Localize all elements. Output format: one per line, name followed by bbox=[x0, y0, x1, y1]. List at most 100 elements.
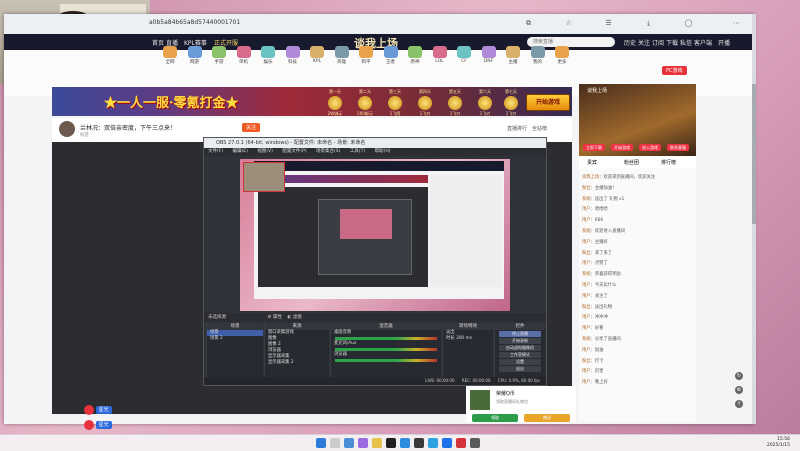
search-icon[interactable] bbox=[330, 438, 340, 448]
chat-user[interactable]: 用户 bbox=[582, 294, 591, 299]
obs-preview[interactable] bbox=[240, 159, 510, 311]
windows-start-icon[interactable] bbox=[316, 438, 326, 448]
obs-menu-file[interactable]: 文件(F) bbox=[208, 149, 223, 154]
category-13[interactable]: DNF bbox=[477, 46, 501, 64]
nav-subscribe[interactable]: 订阅 bbox=[652, 38, 664, 47]
promo-start-button[interactable]: 开始游戏 bbox=[611, 144, 633, 151]
start-game-button[interactable]: 开始游戏 bbox=[526, 94, 570, 111]
promo-service-button[interactable]: 联系客服 bbox=[667, 144, 689, 151]
chat-user[interactable]: 用户 bbox=[582, 207, 591, 212]
claim-button[interactable]: 领取 bbox=[472, 414, 518, 422]
menu-icon[interactable]: ⋯ bbox=[732, 19, 741, 28]
properties-button[interactable]: 属性 bbox=[273, 315, 282, 320]
app3-icon[interactable] bbox=[456, 438, 466, 448]
promo-banner[interactable]: ★一人一服·零氪打金★ 第一天 2W绑元 第二天 500绑元 第三天 1飞鸽 第四天 1… bbox=[52, 87, 572, 116]
category-7[interactable]: 英雄 bbox=[330, 46, 354, 65]
chat-user[interactable]: 粉丝 bbox=[582, 251, 591, 256]
settings-button[interactable]: 设置 bbox=[499, 359, 541, 365]
gear-icon[interactable]: ⚙ bbox=[267, 315, 271, 320]
obs-menu-view[interactable]: 视图(V) bbox=[257, 149, 273, 154]
audio-meter[interactable] bbox=[335, 337, 437, 340]
category-3[interactable]: 单机 bbox=[232, 46, 256, 65]
tab-fans[interactable]: 粉丝团 bbox=[624, 159, 639, 166]
tab-vip[interactable]: 贵宾 bbox=[587, 159, 597, 166]
obs-menu-edit[interactable]: 编辑(E) bbox=[233, 149, 248, 154]
chat-user[interactable]: 系统 bbox=[582, 272, 591, 277]
start-recording-button[interactable]: 开始录制 bbox=[499, 338, 541, 344]
chat-user[interactable]: 用户 bbox=[582, 380, 591, 385]
audio-meter[interactable] bbox=[335, 348, 437, 351]
chat-user[interactable]: 用户 bbox=[582, 261, 591, 266]
top-icon[interactable]: ↑ bbox=[735, 400, 743, 408]
chat-user[interactable]: 用户 bbox=[582, 348, 591, 353]
source-item[interactable]: 显示器采集 2 bbox=[265, 360, 329, 366]
app4-icon[interactable] bbox=[470, 438, 480, 448]
category-15[interactable]: 我的 bbox=[526, 46, 550, 65]
category-2[interactable]: 手游 bbox=[207, 46, 231, 65]
steam-icon[interactable] bbox=[414, 438, 424, 448]
category-11[interactable]: LOL bbox=[428, 46, 452, 64]
nav-follow[interactable]: 关注 bbox=[638, 38, 650, 47]
pc-game-tag[interactable]: PC游戏 bbox=[662, 66, 687, 75]
chat-user[interactable]: 粉丝 bbox=[582, 359, 591, 364]
page-scrollbar[interactable] bbox=[752, 14, 756, 424]
category-16[interactable]: 更多 bbox=[550, 46, 574, 65]
chat-user[interactable]: 用户 bbox=[582, 326, 591, 331]
extensions-icon[interactable]: ⧉ bbox=[524, 19, 533, 28]
scroll-thumb[interactable] bbox=[752, 84, 756, 224]
chat-user[interactable]: 用户 bbox=[582, 369, 591, 374]
profile-icon[interactable]: ◯ bbox=[684, 19, 693, 28]
transition-duration[interactable]: 时长 300 ms bbox=[443, 336, 493, 342]
download-icon[interactable]: ⤓ bbox=[644, 19, 653, 28]
category-14[interactable]: 主播 bbox=[501, 46, 525, 65]
category-12[interactable]: CF bbox=[452, 46, 476, 64]
chat-user[interactable]: 粉丝 bbox=[582, 186, 591, 191]
scene-item[interactable]: 场景 2 bbox=[207, 336, 263, 342]
gift-rank-link[interactable]: 全站榜 bbox=[532, 125, 547, 132]
app2-icon[interactable] bbox=[428, 438, 438, 448]
obs-menu-help[interactable]: 帮助(H) bbox=[375, 149, 391, 154]
task-view-icon[interactable] bbox=[344, 438, 354, 448]
nav-broadcast[interactable]: 开播 bbox=[718, 38, 730, 47]
chat-user[interactable]: 用户 bbox=[582, 218, 591, 223]
nav-history[interactable]: 历史 bbox=[624, 38, 636, 47]
app-icon[interactable] bbox=[358, 438, 368, 448]
stop-stream-button[interactable]: 停止直播 bbox=[499, 331, 541, 337]
obs-menu-tools[interactable]: 工具(T) bbox=[350, 149, 365, 154]
filters-button[interactable]: 滤镜 bbox=[293, 315, 302, 320]
obs-icon[interactable] bbox=[386, 438, 396, 448]
nav-message[interactable]: 私信 bbox=[680, 38, 692, 47]
chat-user[interactable]: 粉丝 bbox=[582, 305, 591, 310]
virtual-camera-button[interactable]: 启动虚拟摄像机 bbox=[499, 345, 541, 351]
category-8[interactable]: 和平 bbox=[354, 46, 378, 65]
promo-download-button[interactable]: 立即下载 bbox=[583, 144, 605, 151]
audio-meter[interactable] bbox=[335, 359, 437, 362]
nav-client[interactable]: 客户端 bbox=[694, 38, 712, 47]
refresh-icon[interactable]: ↻ bbox=[735, 372, 743, 380]
chat-user[interactable]: 谈我上场 bbox=[582, 175, 599, 180]
exit-button[interactable]: 退出 bbox=[499, 366, 541, 372]
clock[interactable]: 15:56 2025/1/15 bbox=[767, 437, 790, 449]
promo-enter-button[interactable]: 进入游戏 bbox=[639, 144, 661, 151]
category-0[interactable]: 全网 bbox=[158, 46, 182, 65]
category-4[interactable]: 娱乐 bbox=[256, 46, 280, 65]
game-promo[interactable]: 谈我上场 立即下载 开始游戏 进入游戏 联系客服 bbox=[579, 84, 696, 156]
streamer-avatar[interactable] bbox=[59, 121, 75, 137]
rank-link[interactable]: 直播排行 bbox=[507, 125, 527, 132]
category-6[interactable]: KPL bbox=[305, 46, 329, 64]
chat-user[interactable]: 用户 bbox=[582, 315, 591, 320]
obs-menu-scene[interactable]: 场景集合(S) bbox=[316, 149, 340, 154]
category-5[interactable]: 科技 bbox=[281, 46, 305, 65]
star-icon[interactable]: ☆ bbox=[564, 19, 573, 28]
nav-download[interactable]: 下载 bbox=[666, 38, 678, 47]
chat-user[interactable]: 用户 bbox=[582, 283, 591, 288]
reading-icon[interactable]: ☰ bbox=[604, 19, 613, 28]
folder-icon[interactable] bbox=[372, 438, 382, 448]
edge-icon[interactable] bbox=[400, 438, 410, 448]
tab-rank[interactable]: 排行榜 bbox=[661, 159, 676, 166]
chat-user[interactable]: 系统 bbox=[582, 337, 591, 342]
url-text[interactable]: a0b5a84b65a8d57440001701 bbox=[149, 19, 240, 26]
settings-icon[interactable]: ⚙ bbox=[735, 386, 743, 394]
chat-user[interactable]: 系统 bbox=[582, 229, 591, 234]
chat-user[interactable]: 系统 bbox=[582, 197, 591, 202]
